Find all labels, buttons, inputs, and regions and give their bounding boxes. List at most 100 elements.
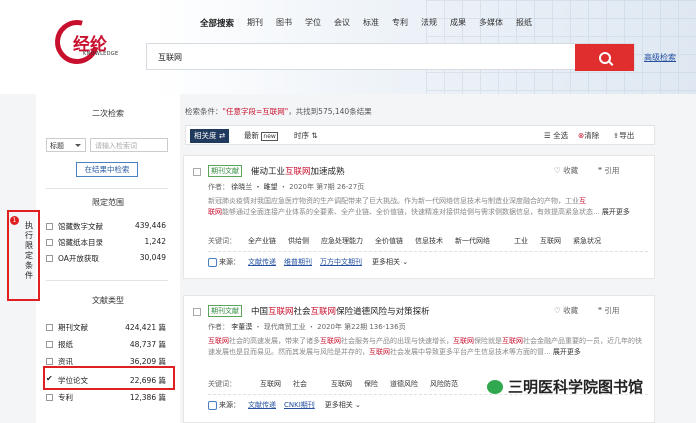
result-title[interactable]: 催动工业互联网加速成熟 <box>251 165 345 177</box>
keyword-text: 工业 <box>514 237 528 245</box>
doc-type-badge: 期刊文献 <box>208 305 242 317</box>
scope-item[interactable]: 馆藏数字文献 439,446 <box>46 221 166 233</box>
nav-books[interactable]: 图书 <box>276 17 292 29</box>
more-related-link[interactable]: 更多相关 ⌄ <box>325 400 361 410</box>
nav-degrees[interactable]: 学位 <box>305 17 321 29</box>
cite-button[interactable]: ❞ 引用 <box>598 305 619 316</box>
scope-count: 30,049 <box>139 253 166 262</box>
search-in-results-button[interactable]: 在结果中检索 <box>76 162 138 177</box>
checkbox[interactable] <box>46 324 53 331</box>
sort-icon: ⇅ <box>311 131 318 140</box>
keyword[interactable]: 信息技术 <box>415 237 443 245</box>
abstract-text: 社会服务与产品的出现与快速增长， <box>341 337 453 345</box>
nav-all[interactable]: 全部搜索 <box>200 17 234 29</box>
keyword-input[interactable]: 请输入检索词 <box>90 138 168 152</box>
export-button[interactable]: ⇪导出 <box>613 129 634 143</box>
type-label: 报纸 <box>58 340 73 349</box>
result-checkbox[interactable] <box>193 168 201 176</box>
annotation-box-degree <box>43 366 175 390</box>
nav-journals[interactable]: 期刊 <box>247 17 263 29</box>
keyword[interactable]: 应急处理能力 <box>321 237 363 245</box>
checkbox[interactable] <box>46 239 53 246</box>
new-badge: new <box>261 132 278 141</box>
scope-item[interactable]: OA开放获取 30,049 <box>46 253 166 265</box>
type-item[interactable]: 报纸 48,737 篇 <box>46 339 166 351</box>
search-condition: 检索条件："任意字段=互联网"，共找到575,140条结果 <box>185 106 372 117</box>
advanced-search-link[interactable]: 高级检索 <box>644 52 676 63</box>
keyword[interactable]: 互联网 保险 <box>319 380 378 388</box>
title-highlight: 互联网 <box>285 167 311 177</box>
result-title[interactable]: 中国互联网社会互联网保险道德风险与对策探析 <box>251 305 430 317</box>
favorite-button[interactable]: ♡ 收藏 <box>554 305 578 316</box>
checkbox[interactable] <box>46 223 53 230</box>
authors[interactable]: 徐晓兰 ・ 雎望 <box>231 183 277 191</box>
abstract-highlight: 互联网 <box>320 337 341 345</box>
keyword[interactable]: 风险防范 <box>430 380 458 388</box>
nav-achievements[interactable]: 成果 <box>450 17 466 29</box>
sort-latest-button[interactable]: 最新 new <box>240 129 282 143</box>
keyword[interactable]: 工业 互联网 <box>502 237 561 245</box>
abstract-highlight: 互联网 <box>369 348 390 356</box>
source-link[interactable]: 维普期刊 <box>284 257 312 267</box>
checkbox[interactable] <box>46 394 53 401</box>
nav-conferences[interactable]: 会议 <box>334 17 350 29</box>
abstract-highlight: 联网 <box>208 208 222 216</box>
nav-multimedia[interactable]: 多媒体 <box>479 17 503 29</box>
sort-chrono-button[interactable]: 时序 ⇅ <box>290 129 322 143</box>
search-button[interactable] <box>575 44 634 71</box>
scope-count: 439,446 <box>134 221 166 230</box>
nav-patents[interactable]: 专利 <box>392 17 408 29</box>
nav-newspapers[interactable]: 报纸 <box>516 17 532 29</box>
divider <box>46 188 168 189</box>
cite-button[interactable]: ❞ 引用 <box>598 165 619 176</box>
source-link[interactable]: 文献传递 <box>248 400 276 410</box>
search-value: 互联网 <box>158 53 182 62</box>
nav-standards[interactable]: 标准 <box>363 17 379 29</box>
type-item[interactable]: 专利 12,386 篇 <box>46 392 166 404</box>
authors[interactable]: 李董漠 <box>231 323 252 331</box>
result-abstract: 新冠肺炎疫情对我国应急医疗物资的生产调配带来了巨大挑战。作为新一代网络信息技术与… <box>208 196 646 229</box>
header: 经纶 KNOWLEDGE 全部搜索 期刊 图书 学位 会议 标准 专利 法规 成… <box>0 0 696 94</box>
result-checkbox[interactable] <box>193 308 201 316</box>
abstract-highlight: 互联网 <box>208 337 229 345</box>
logo[interactable]: 经纶 KNOWLEDGE <box>46 11 121 74</box>
keyword[interactable]: 紧急状况 <box>573 237 601 245</box>
field-select[interactable]: 标题 <box>46 138 86 152</box>
result-meta: 作者： 李董漠 ・ 现代商贸工业 ・ 2020年 第22期 136-136页 <box>208 322 406 332</box>
type-label: 期刊文献 <box>58 323 88 332</box>
source-link[interactable]: CNKI期刊 <box>284 400 315 410</box>
title-text: 保险道德风险与对策探析 <box>336 307 430 317</box>
clear-button[interactable]: ⊗清除 <box>578 129 599 143</box>
type-count: 12,386 篇 <box>129 393 166 402</box>
keyword[interactable]: 供给侧 <box>288 237 309 245</box>
cite-label: 引用 <box>604 306 620 315</box>
type-item[interactable]: 期刊文献 424,421 篇 <box>46 322 166 334</box>
keyword[interactable]: 互联网 社会 <box>248 380 307 388</box>
favorite-button[interactable]: ♡ 收藏 <box>554 165 578 176</box>
keyword[interactable]: 全价值链 <box>375 237 403 245</box>
scope-item[interactable]: 馆藏纸本目录 1,242 <box>46 237 166 249</box>
source-link[interactable]: 万方中文期刊 <box>320 257 362 267</box>
search-type-nav: 全部搜索 期刊 图书 学位 会议 标准 专利 法规 成果 多媒体 报纸 <box>200 17 545 29</box>
sort-relevance-button[interactable]: 相关度 ⇄ <box>190 129 230 143</box>
annotation-text: 执行限定条件 <box>25 221 33 280</box>
search-input[interactable]: 互联网 <box>146 43 635 71</box>
expand-link[interactable]: 展开更多 <box>553 348 581 356</box>
source-link[interactable]: 文献传递 <box>248 257 276 267</box>
clear-label: 清除 <box>584 131 600 140</box>
keyword[interactable]: 新一代网络 <box>455 237 490 245</box>
checkbox[interactable] <box>46 341 53 348</box>
more-related-link[interactable]: 更多相关 ⌄ <box>372 257 408 267</box>
nav-laws[interactable]: 法规 <box>421 17 437 29</box>
book-icon <box>208 400 217 410</box>
checkbox[interactable] <box>46 255 53 262</box>
scope-label: 馆藏数字文献 <box>58 222 103 231</box>
expand-link[interactable]: 展开更多 <box>602 208 630 216</box>
keyword[interactable]: 全产业链 <box>248 237 276 245</box>
watermark-text: 三明医科学院图书馆 <box>508 378 644 396</box>
chevron-down-icon: ⌄ <box>402 258 409 266</box>
abstract-highlight: 互 <box>579 197 586 205</box>
keyword[interactable]: 道德风险 <box>390 380 418 388</box>
select-all-button[interactable]: ☰ 全选 <box>544 129 568 143</box>
checkbox[interactable] <box>46 358 53 365</box>
